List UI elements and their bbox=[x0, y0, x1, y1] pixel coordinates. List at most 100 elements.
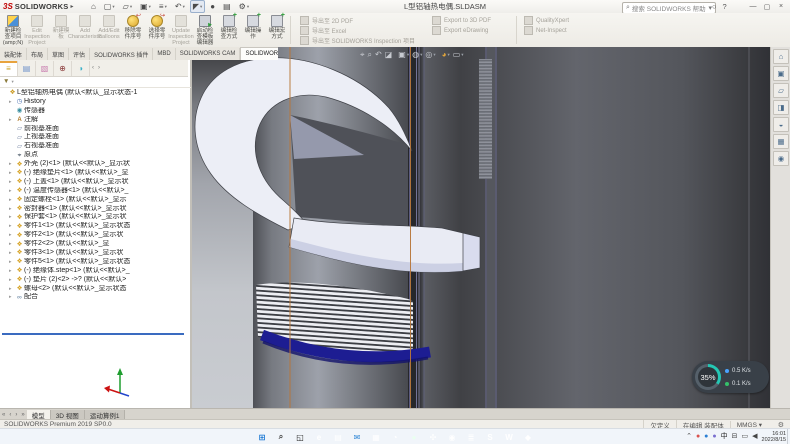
task-pane-button[interactable]: ◉ bbox=[773, 151, 789, 166]
ribbon-button[interactable]: 编辑宏 方式 bbox=[265, 14, 289, 47]
export-menu-item[interactable]: 导出至 2D PDF bbox=[300, 16, 415, 25]
taskbar-app-button[interactable]: ◔ bbox=[388, 431, 403, 444]
search-input[interactable]: ⌕ 搜索 SOLIDWORKS 帮助 ▾ bbox=[622, 2, 716, 14]
feature-tree-item[interactable]: ▸ (-) 绝缘体.step<1> (默认<<默认>_ bbox=[0, 267, 188, 276]
taskbar-app-button[interactable]: ⌕ bbox=[274, 431, 289, 444]
feature-tree-item[interactable]: ▸ History bbox=[0, 98, 188, 107]
quick-tool-button[interactable]: ↶ ▾ bbox=[172, 0, 188, 13]
headsup-tool[interactable]: ▭ ▾ bbox=[453, 50, 464, 59]
export-menu-item[interactable]: 导出至 Excel bbox=[300, 26, 415, 35]
restore-button-icon[interactable]: ▢ bbox=[760, 3, 774, 11]
dropdown-caret-icon[interactable]: ▾ bbox=[183, 4, 185, 10]
quick-tool-button[interactable]: ⚙ ▾ bbox=[236, 0, 252, 13]
taskbar-app-button[interactable]: ✉ bbox=[350, 431, 365, 444]
feature-tree-item[interactable]: ▸ 零件5<1> (默认<<默认>_显示状态 bbox=[0, 258, 188, 267]
headsup-tool[interactable]: ⌖ ▾ bbox=[360, 50, 365, 60]
taskbar-app-button[interactable]: W bbox=[502, 431, 517, 444]
taskbar-app-button[interactable]: ≣ bbox=[464, 431, 479, 444]
export-menu-item[interactable]: 导出至 SOLIDWORKS Inspection 项目 bbox=[300, 36, 415, 45]
document-tab[interactable]: 3D 视图 bbox=[51, 410, 85, 420]
panel-tab-scroll-right-icon[interactable]: › bbox=[96, 65, 102, 71]
taskbar-app-button[interactable]: ◆ bbox=[521, 431, 536, 444]
command-tab[interactable]: SOLIDWORKS 插件 bbox=[90, 48, 153, 60]
panel-tab[interactable]: ▤ bbox=[18, 61, 36, 76]
speed-monitor-bubble[interactable]: 35% 0.5 K/s 0.1 K/s bbox=[692, 361, 769, 393]
document-tab[interactable]: 运动算例1 bbox=[85, 410, 126, 420]
tree-filter-bar[interactable]: ▼ ▾ bbox=[0, 76, 191, 88]
command-tab[interactable]: 布局 bbox=[27, 48, 48, 60]
taskbar-app-button[interactable]: S bbox=[483, 431, 498, 444]
tray-expand-icon[interactable]: ⌃ bbox=[686, 432, 692, 442]
dropdown-caret-icon[interactable]: ▾ bbox=[130, 4, 132, 10]
ribbon-button[interactable]: 编辑操 作 bbox=[241, 14, 265, 47]
dropdown-caret-icon[interactable]: ▾ bbox=[433, 52, 435, 58]
task-pane-button[interactable]: ▣ bbox=[773, 66, 789, 81]
taskbar-app-button[interactable]: ▦ bbox=[369, 431, 384, 444]
volume-icon[interactable]: ◀ bbox=[752, 432, 757, 442]
dropdown-caret-icon[interactable]: ▾ bbox=[420, 52, 422, 58]
taskbar-app-button[interactable]: ✣ bbox=[426, 431, 441, 444]
login-icon[interactable]: ○ bbox=[712, 2, 717, 11]
feature-tree-item[interactable]: ▸ 固定螺栓<1> (默认<<默认>_显示 bbox=[0, 196, 188, 205]
taskbar-app-button[interactable]: ◉ bbox=[445, 431, 460, 444]
dropdown-caret-icon[interactable]: ▾ bbox=[407, 52, 409, 58]
feature-tree-item[interactable]: ▸ 外壳 (2)<1> (默认<<默认>_显示状 bbox=[0, 160, 188, 169]
quick-tool-button[interactable]: ⌂ ▾ bbox=[88, 0, 99, 13]
feature-tree-item[interactable]: ▸ 配合 bbox=[0, 293, 188, 302]
feature-tree-item[interactable]: ▸ 螺母<2> (默认<<默认>_显示状态 bbox=[0, 285, 188, 294]
task-pane-button[interactable]: ⌂ bbox=[773, 49, 789, 64]
feature-tree-item[interactable]: ▸ 密封器<1> (默认<<默认>_显示状 bbox=[0, 205, 188, 214]
quick-tool-button[interactable]: ▱ ▾ bbox=[120, 0, 135, 13]
headsup-tool[interactable]: ⌕ ▾ bbox=[368, 50, 372, 60]
tab-scroll-icon[interactable]: » bbox=[19, 412, 26, 418]
feature-tree-item[interactable]: ▸ 注解 bbox=[0, 116, 188, 125]
taskbar-app-button[interactable]: e bbox=[312, 431, 327, 444]
task-pane-button[interactable]: ◒ bbox=[773, 117, 789, 132]
document-tab[interactable]: 模型 bbox=[27, 410, 51, 420]
feature-tree-item[interactable]: ▸ 零件2<2> (默认<<默认>_显 bbox=[0, 240, 188, 249]
panel-tab[interactable]: ≡ bbox=[0, 61, 18, 76]
tab-scroll-icon[interactable]: « bbox=[0, 412, 7, 418]
command-tab[interactable]: 草图 bbox=[48, 48, 69, 60]
export-menu-item[interactable]: Net-Inspect bbox=[524, 26, 569, 35]
panel-tab[interactable]: ◑ bbox=[72, 61, 90, 76]
panel-tab[interactable]: ⊕ bbox=[54, 61, 72, 76]
ribbon-button[interactable]: Add/Edit Balloons bbox=[97, 14, 121, 47]
ime-language-icon[interactable]: 中 bbox=[721, 432, 728, 442]
feature-tree-item[interactable]: ▸ L型铝轴热电偶 (默认<默认_显示状态-1 bbox=[0, 89, 188, 98]
tray-app-blue-icon[interactable]: ● bbox=[704, 432, 708, 442]
feature-tree-item[interactable]: ▸ 前视基准面 bbox=[0, 125, 188, 134]
tree-end-bar[interactable] bbox=[2, 333, 184, 335]
ribbon-button[interactable]: Update Inspection Project bbox=[169, 14, 193, 47]
ribbon-button[interactable]: 选择零 件序号 bbox=[145, 14, 169, 47]
headsup-tool[interactable]: ◪ ▾ bbox=[385, 50, 393, 59]
feature-tree-item[interactable]: ▸ (-) 绝缘垫片<1> (默认<<默认>_显 bbox=[0, 169, 188, 178]
dropdown-caret-icon[interactable]: ▾ bbox=[112, 4, 114, 10]
command-tab[interactable]: 装配体 bbox=[0, 48, 27, 60]
ime-mode-icon[interactable]: ⊟ bbox=[732, 432, 738, 442]
dropdown-caret-icon[interactable]: ▾ bbox=[149, 4, 151, 10]
export-menu-item[interactable]: QualityXpert bbox=[524, 16, 569, 25]
command-tab[interactable]: SOLIDWORKS Inspection bbox=[240, 47, 278, 60]
graphics-viewport[interactable] bbox=[190, 47, 770, 408]
taskbar-app-button[interactable]: ● bbox=[407, 431, 422, 444]
taskbar-app-button[interactable]: ▤ bbox=[331, 431, 346, 444]
ribbon-button[interactable]: Add Characteristic bbox=[73, 14, 97, 47]
dropdown-caret-icon[interactable]: ▾ bbox=[165, 4, 167, 10]
filter-funnel-icon[interactable]: ▼ bbox=[3, 78, 9, 85]
help-icon[interactable]: ? bbox=[723, 2, 727, 11]
quick-tool-button[interactable]: ◤ ▾ bbox=[190, 0, 205, 13]
feature-tree-item[interactable]: ▸ 右视基准面 bbox=[0, 142, 188, 151]
export-menu-item[interactable]: Export to 3D PDF bbox=[432, 16, 491, 25]
close-button-icon[interactable]: × bbox=[774, 3, 788, 10]
taskbar-clock[interactable]: 16:01 2022/8/15 bbox=[762, 429, 786, 444]
headsup-tool[interactable]: ◍ ▾ bbox=[412, 50, 422, 59]
headsup-tool[interactable]: ▣ ▾ bbox=[398, 50, 409, 59]
task-pane-button[interactable]: ◨ bbox=[773, 100, 789, 115]
right-cylinder-body[interactable] bbox=[418, 47, 770, 408]
feature-tree-item[interactable]: ▸ 原点 bbox=[0, 151, 188, 160]
taskbar-app-button[interactable]: ⊞ bbox=[255, 431, 270, 444]
quick-tool-button[interactable]: ▢ ▾ bbox=[101, 0, 118, 13]
cast-display-icon[interactable]: ▭ bbox=[742, 432, 749, 442]
dropdown-caret-icon[interactable]: ▾ bbox=[247, 4, 249, 10]
